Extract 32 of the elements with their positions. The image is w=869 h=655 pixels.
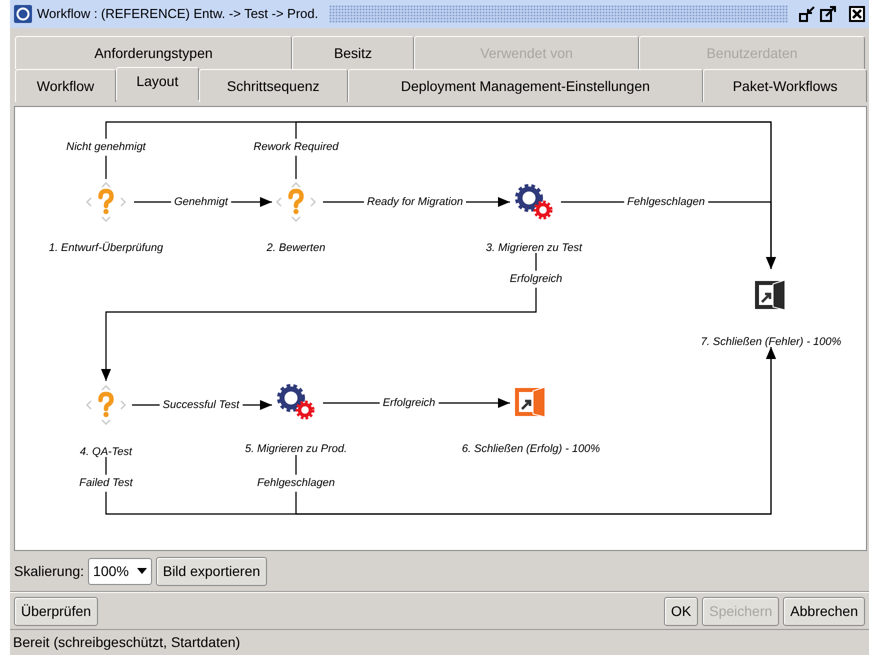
dialog-button[interactable]: Abbrechen <box>783 596 865 626</box>
dialog-button[interactable]: Überprüfen <box>14 596 98 626</box>
window-title: Workflow : (REFERENCE) Entw. -> Test -> Prod. <box>37 5 318 24</box>
transition-label: Rework Required <box>250 138 342 156</box>
step-label: 5. Migrieren zu Prod. <box>244 442 348 457</box>
app-logo-icon <box>14 5 32 23</box>
minimize-icon[interactable] <box>799 6 815 22</box>
step-label: 1. Entwurf-Überprüfung <box>48 240 164 256</box>
maximize-icon[interactable] <box>820 6 836 22</box>
tab[interactable]: Deployment Management-Einstellungen <box>348 69 704 102</box>
tab[interactable]: Besitz <box>292 36 414 69</box>
step-label: 7. Schließen (Fehler) - 100% <box>700 335 842 350</box>
tab[interactable]: Paket-Workflows <box>703 69 867 102</box>
tab[interactable]: Layout <box>116 67 199 100</box>
tab[interactable]: Anforderungstypen <box>15 36 292 69</box>
exit-door-icon[interactable] <box>754 278 788 312</box>
export-button[interactable]: Bild exportieren <box>156 556 268 586</box>
gears-icon[interactable] <box>276 384 316 420</box>
zoom-select[interactable]: 100% <box>88 558 152 584</box>
dialog-button[interactable]: OK <box>664 596 698 626</box>
zoom-label: Skalierung: <box>14 562 84 581</box>
exit-door-icon[interactable] <box>514 385 548 419</box>
tab[interactable]: Workflow <box>15 69 116 102</box>
close-icon[interactable] <box>849 6 865 22</box>
caret-icon <box>136 568 147 574</box>
step-label: 6. Schließen (Erfolg) - 100% <box>462 442 600 457</box>
step-label: 4. QA-Test <box>80 445 132 460</box>
step-label: 3. Migrieren zu Test <box>486 241 582 256</box>
gears-icon[interactable] <box>514 184 554 220</box>
step-label: 2. Bewerten <box>266 241 326 256</box>
tab[interactable]: Schrittsequenz <box>198 69 348 102</box>
status-text: Bereit (schreibgeschützt, Startdaten) <box>10 629 869 655</box>
